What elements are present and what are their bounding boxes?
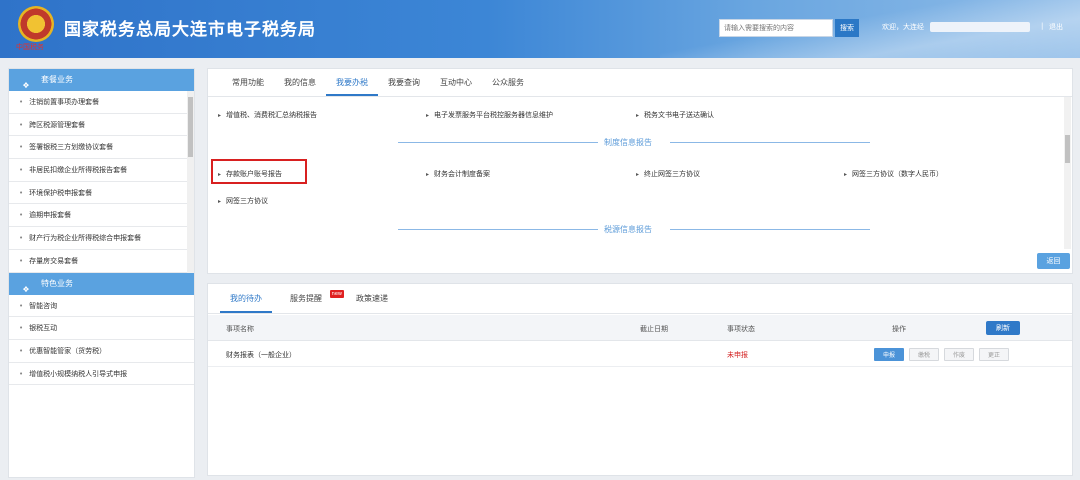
- table-row: 财务报表（一般企业） 未申报 申报 缴税 作废 更正: [208, 341, 1072, 367]
- sidebar-item-vat-guided[interactable]: 增值税小规模纳税人引导式申报: [9, 363, 194, 386]
- link-tripartite-ecny[interactable]: 网签三方协议（数字人民币）: [844, 169, 943, 179]
- emblem-caption: 中国税务: [16, 43, 44, 51]
- section-divider: [398, 142, 598, 143]
- correct-button[interactable]: 更正: [979, 348, 1009, 361]
- sidebar-item-nonresident[interactable]: 非居民扣缴企业所得税报告套餐: [9, 159, 194, 182]
- main-tabs: 常用功能 我的信息 我要办税 我要查询 互动中心 公众服务: [208, 69, 1072, 97]
- search-input[interactable]: [719, 19, 833, 37]
- header-separator: |: [1041, 22, 1044, 30]
- column-header-actions: 操作: [892, 325, 906, 333]
- tax-emblem-icon: [18, 6, 54, 42]
- main-panel: 常用功能 我的信息 我要办税 我要查询 互动中心 公众服务 增值税、消费税汇总纳…: [207, 68, 1073, 274]
- sidebar-item-combined[interactable]: 财产行为税企业所得税综合申报套餐: [9, 227, 194, 250]
- sidebar: ❖ 套餐业务 注销前置事项办理套餐 跨区税源管理套餐 签署银税三方划缴协议套餐 …: [8, 68, 195, 478]
- tab-tax-handling[interactable]: 我要办税: [326, 69, 378, 96]
- tab-my-todo[interactable]: 我的待办: [220, 284, 272, 313]
- main-scrollbar[interactable]: [1064, 97, 1071, 249]
- column-header-status: 事项状态: [727, 325, 755, 333]
- welcome-text: 欢迎，大连经: [882, 23, 924, 31]
- link-einvoice-server[interactable]: 电子发票服务平台税控服务器信息维护: [426, 110, 553, 120]
- sidebar-item-bank-tax[interactable]: 银税互动: [9, 317, 194, 340]
- section-divider: [398, 229, 598, 230]
- column-header-name: 事项名称: [226, 325, 254, 333]
- sidebar-item-tripartite[interactable]: 签署银税三方划缴协议套餐: [9, 136, 194, 160]
- file-button[interactable]: 申报: [874, 348, 904, 361]
- sidebar-section-packages[interactable]: ❖ 套餐业务: [9, 69, 194, 91]
- highlight-annotation: [211, 159, 307, 184]
- section-title-system: 制度信息报告: [604, 138, 652, 147]
- search-button[interactable]: 搜索: [835, 19, 859, 37]
- tab-service-reminder[interactable]: 服务提醒 new: [280, 284, 344, 313]
- column-header-deadline: 截止日期: [640, 325, 668, 333]
- feature-icon: ❖: [22, 284, 30, 294]
- link-accounting-filing[interactable]: 财务会计制度备案: [426, 169, 490, 179]
- section-title-source: 税源信息报告: [604, 225, 652, 234]
- refresh-button[interactable]: 刷新: [986, 321, 1020, 335]
- sidebar-item-env-tax[interactable]: 环境保护税申报套餐: [9, 182, 194, 205]
- site-title: 国家税务总局大连市电子税务局: [64, 20, 316, 40]
- section-divider: [670, 229, 870, 230]
- scrollbar-thumb[interactable]: [1065, 135, 1070, 163]
- sidebar-section-features[interactable]: ❖ 特色业务: [9, 272, 194, 295]
- sidebar-section-title: 特色业务: [41, 278, 73, 288]
- todo-tabs: 我的待办 服务提醒 new 政策速递: [208, 284, 1072, 314]
- tax-function-list: 增值税、消费税汇总纳税报告 电子发票服务平台税控服务器信息维护 税务文书电子送达…: [208, 98, 1064, 244]
- tab-my-info[interactable]: 我的信息: [274, 69, 326, 96]
- sidebar-item-housing[interactable]: 存量房交易套餐: [9, 250, 194, 273]
- sidebar-section-title: 套餐业务: [41, 75, 73, 84]
- back-button[interactable]: 返回: [1037, 253, 1070, 269]
- link-doc-delivery[interactable]: 税务文书电子送达确认: [636, 110, 714, 120]
- new-badge: new: [329, 290, 344, 298]
- section-divider: [670, 142, 870, 143]
- sidebar-item-cross-region[interactable]: 跨区税源管理套餐: [9, 114, 194, 137]
- tab-label: 服务提醒: [290, 294, 322, 303]
- scrollbar-thumb[interactable]: [188, 97, 193, 157]
- sidebar-item-smart-consult[interactable]: 智能咨询: [9, 295, 194, 318]
- logout-link[interactable]: 退出: [1049, 22, 1063, 32]
- tab-interaction[interactable]: 互动中心: [430, 69, 482, 96]
- link-online-tripartite[interactable]: 网签三方协议: [218, 196, 268, 206]
- package-icon: ❖: [22, 81, 30, 90]
- sidebar-scrollbar[interactable]: [187, 91, 194, 273]
- sidebar-item-preferential[interactable]: 优惠智能管家（货劳税）: [9, 340, 194, 363]
- sidebar-item-deregistration[interactable]: 注销前置事项办理套餐: [9, 91, 194, 114]
- link-terminate-tripartite[interactable]: 终止网签三方协议: [636, 169, 700, 179]
- tab-common[interactable]: 常用功能: [222, 69, 274, 96]
- todo-panel: 我的待办 服务提醒 new 政策速递 事项名称 截止日期 事项状态 操作 刷新 …: [207, 283, 1073, 476]
- todo-item-name: 财务报表（一般企业）: [226, 351, 296, 359]
- tab-policy-express[interactable]: 政策速递: [346, 284, 398, 313]
- todo-table-header: 事项名称 截止日期 事项状态 操作 刷新: [208, 315, 1072, 341]
- tab-query[interactable]: 我要查询: [378, 69, 430, 96]
- void-button[interactable]: 作废: [944, 348, 974, 361]
- package-list: 注销前置事项办理套餐 跨区税源管理套餐 签署银税三方划缴协议套餐 非居民扣缴企业…: [9, 91, 194, 273]
- tab-public[interactable]: 公众服务: [482, 69, 534, 96]
- sidebar-item-overdue[interactable]: 逾期申报套餐: [9, 204, 194, 228]
- todo-item-status: 未申报: [727, 351, 748, 359]
- redacted-username: [930, 22, 1030, 32]
- pay-button[interactable]: 缴税: [909, 348, 939, 361]
- link-vat-summary[interactable]: 增值税、消费税汇总纳税报告: [218, 110, 317, 120]
- top-banner: 中国税务 国家税务总局大连市电子税务局 搜索 欢迎，大连经 | 退出: [0, 0, 1080, 58]
